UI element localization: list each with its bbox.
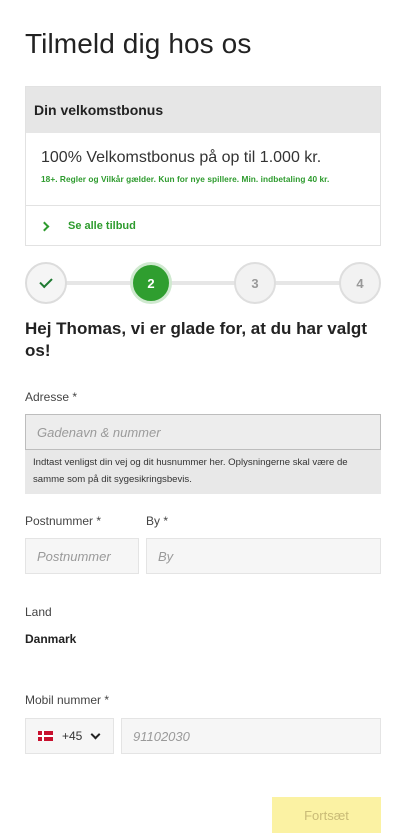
mobile-number-input[interactable]: [133, 728, 380, 744]
postal-code-input[interactable]: [37, 548, 138, 564]
mobile-number-label: Mobil nummer *: [25, 693, 110, 707]
welcome-bonus-card: Din velkomstbonus 100% Velkomstbonus på …: [25, 86, 381, 246]
page-title: Tilmeld dig hos os: [25, 28, 252, 59]
bonus-header: Din velkomstbonus: [26, 87, 380, 133]
country-value: Danmark: [25, 632, 77, 646]
postal-code-field[interactable]: [25, 538, 139, 574]
postal-code-label: Postnummer *: [25, 514, 102, 528]
step-2-active: 2: [130, 262, 172, 304]
city-label: By *: [146, 514, 169, 528]
stepper-connector: [170, 281, 236, 285]
address-field[interactable]: [25, 414, 381, 450]
registration-stepper: 2 3 4: [25, 262, 381, 304]
stepper-connector: [65, 281, 131, 285]
country-code-select[interactable]: +45: [25, 718, 114, 754]
denmark-flag-icon: [38, 731, 53, 741]
step-number: 2: [147, 275, 155, 291]
see-all-offers-link[interactable]: Se alle tilbud: [26, 206, 380, 246]
city-input[interactable]: [158, 548, 380, 564]
greeting-heading: Hej Thomas, vi er glade for, at du har v…: [25, 319, 367, 360]
step-number: 4: [356, 275, 364, 291]
chevron-down-icon: [90, 729, 101, 739]
step-4-pending: 4: [339, 262, 381, 304]
checkmark-icon: [39, 274, 53, 289]
continue-button[interactable]: Fortsæt: [272, 797, 381, 833]
address-input[interactable]: [37, 424, 380, 440]
address-hint: Indtast venligst din vej og dit husnumme…: [25, 450, 381, 494]
step-number: 3: [251, 275, 259, 291]
bonus-offer-text: 100% Velkomstbonus på op til 1.000 kr.: [41, 149, 322, 166]
stepper-connector: [275, 281, 341, 285]
see-all-offers-label: Se alle tilbud: [68, 220, 136, 232]
chevron-right-icon: [39, 221, 50, 231]
country-label: Land: [25, 605, 52, 619]
city-field[interactable]: [146, 538, 381, 574]
step-1-completed: [25, 262, 67, 304]
step-3-pending: 3: [234, 262, 276, 304]
address-label: Adresse *: [25, 390, 78, 404]
mobile-number-field[interactable]: [121, 718, 381, 754]
bonus-terms-text: 18+. Regler og Vilkår gælder. Kun for ny…: [41, 174, 330, 184]
country-code-value: +45: [62, 729, 83, 743]
bonus-body: 100% Velkomstbonus på op til 1.000 kr. 1…: [26, 133, 380, 206]
